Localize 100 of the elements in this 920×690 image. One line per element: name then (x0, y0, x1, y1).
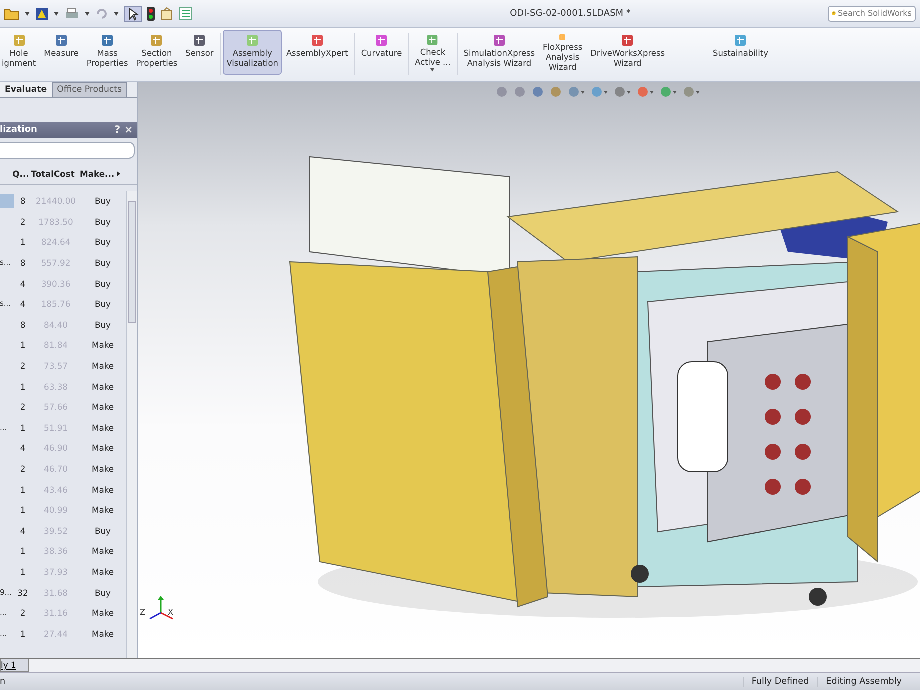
table-cell-text: Make (90, 422, 116, 433)
tool-icon (12, 34, 26, 47)
tool-icon (150, 34, 164, 47)
table-cell-text: 1 (19, 566, 27, 577)
document-title: ODI-SG-02-0001.SLDASM * (509, 8, 632, 18)
tool-icon (193, 34, 206, 47)
table-cell-text: 2 (19, 216, 27, 227)
ribbon-button[interactable]: Sensor (182, 30, 218, 75)
tool-icon (101, 34, 114, 47)
table-cell-text: 40.99 (43, 505, 69, 516)
ribbon-button[interactable]: Mass Properties (82, 30, 132, 75)
table-cell-text: Make (90, 382, 116, 392)
command-tab[interactable]: Office Products (52, 82, 128, 97)
pointer-icon[interactable] (124, 6, 142, 22)
table-cell-text: 1783.50 (38, 216, 74, 227)
table-cell-text: 2 (19, 361, 27, 372)
table-cell-text: Buy (94, 278, 112, 289)
table-cell-text: 38.36 (43, 546, 69, 556)
axis-label: Z (140, 608, 146, 617)
undo-icon[interactable] (95, 6, 109, 20)
filter-field[interactable] (0, 142, 135, 159)
table-cell-text: Buy (94, 237, 112, 248)
table-cell-text: Make (90, 402, 116, 412)
search-field[interactable]: Search SolidWorks (828, 6, 916, 22)
caret-icon[interactable] (85, 12, 90, 16)
table-cell-text: Buy (94, 588, 112, 598)
table-cell-text: Make (90, 443, 116, 454)
ribbon-button[interactable]: SimulationXpress Analysis Wizard (460, 30, 540, 75)
folder-icon[interactable] (4, 6, 20, 20)
table-cell-text: Make (90, 505, 116, 516)
table-cell-text: 4 (19, 443, 27, 454)
caret-icon[interactable] (25, 12, 30, 16)
help-button[interactable]: ? (114, 124, 121, 136)
ribbon-button[interactable]: DriveWorksXpress Wizard (586, 30, 669, 75)
ribbon-button[interactable]: Sustainability (709, 30, 772, 75)
table-cell-text: 46.90 (43, 443, 69, 454)
caret-icon[interactable] (114, 12, 119, 16)
file-properties-icon[interactable] (160, 6, 174, 20)
tool-icon (375, 34, 388, 47)
table-cell-text: 2 (19, 402, 27, 412)
table-cell-text: 185.76 (40, 299, 72, 310)
table-cell-text: 37.93 (43, 566, 69, 577)
table-cell-text: Make (90, 628, 116, 639)
table-cell-text: 390.36 (40, 278, 72, 289)
table-cell-text: 31.16 (43, 608, 69, 618)
table-cell-text: 63.38 (43, 382, 69, 392)
checklist-icon[interactable] (179, 6, 193, 20)
ribbon-button[interactable]: Assembly Visualization (222, 30, 282, 75)
tool-icon (621, 34, 634, 47)
ribbon-button[interactable]: FloXpress Analysis Wizard (539, 30, 587, 75)
table-cell-text: Buy (94, 526, 112, 536)
axis-label: X (168, 608, 174, 617)
scrollbar[interactable] (126, 191, 137, 658)
table-cell-text: 57.66 (43, 402, 69, 412)
ribbon-button[interactable]: Section Properties (132, 30, 182, 75)
table-cell-text: Buy (94, 258, 112, 268)
ribbon-button[interactable]: AssemblyXpert (282, 30, 352, 75)
traffic-light-icon[interactable] (147, 6, 155, 20)
status-text: n (0, 676, 6, 686)
table-cell-text: Make (90, 608, 116, 618)
sheet-tab[interactable]: ly 1 (0, 659, 30, 672)
table-cell-text: Buy (94, 216, 112, 227)
caret-icon[interactable] (54, 12, 59, 16)
table-cell-text: 2 (19, 608, 27, 618)
command-tab[interactable]: Evaluate (0, 82, 52, 97)
table-cell-text: 8 (19, 196, 27, 206)
table-cell-text: 32 (16, 588, 30, 598)
table-cell-text: 1 (19, 237, 27, 248)
tool-icon (246, 34, 260, 47)
printer-icon[interactable] (64, 6, 80, 20)
table-cell-text: 8 (19, 258, 27, 268)
table-cell-text: Make (90, 566, 116, 577)
caret-icon[interactable] (430, 68, 436, 72)
table-cell-text: Make (90, 361, 116, 372)
tool-icon (492, 34, 506, 47)
table-cell-text: 557.92 (40, 258, 72, 268)
table-cell-text: Buy (94, 320, 112, 330)
ribbon-button[interactable]: Curvature (357, 30, 406, 75)
ribbon-button[interactable]: Measure (40, 30, 83, 75)
table-cell-text: 73.57 (43, 361, 69, 372)
column-header[interactable]: Q... (12, 169, 30, 179)
ribbon-button[interactable]: Hole ignment (0, 30, 40, 75)
table-cell-text: 8 (19, 320, 27, 330)
table-cell-text: 4 (19, 299, 27, 310)
table-cell[interactable] (0, 194, 14, 208)
table-cell-text: 1 (19, 484, 27, 495)
table-cell-text: 43.46 (43, 484, 69, 495)
table-cell-text: 1 (19, 340, 27, 350)
tool-icon (310, 34, 324, 47)
tool-icon (426, 34, 440, 46)
close-button[interactable]: × (124, 124, 133, 136)
column-header[interactable]: Make... (78, 169, 122, 179)
column-header[interactable]: TotalCost (30, 169, 78, 179)
table-cell-text: 81.84 (43, 340, 69, 350)
ribbon-button[interactable]: Check Active ... (411, 30, 455, 75)
table-cell-text: 46.70 (43, 464, 69, 474)
table-cell-text: 27.44 (43, 628, 69, 639)
table-cell-text: 1 (19, 628, 27, 639)
table-cell-text: Make (90, 340, 116, 350)
status-text: Editing Assembly (817, 676, 910, 686)
